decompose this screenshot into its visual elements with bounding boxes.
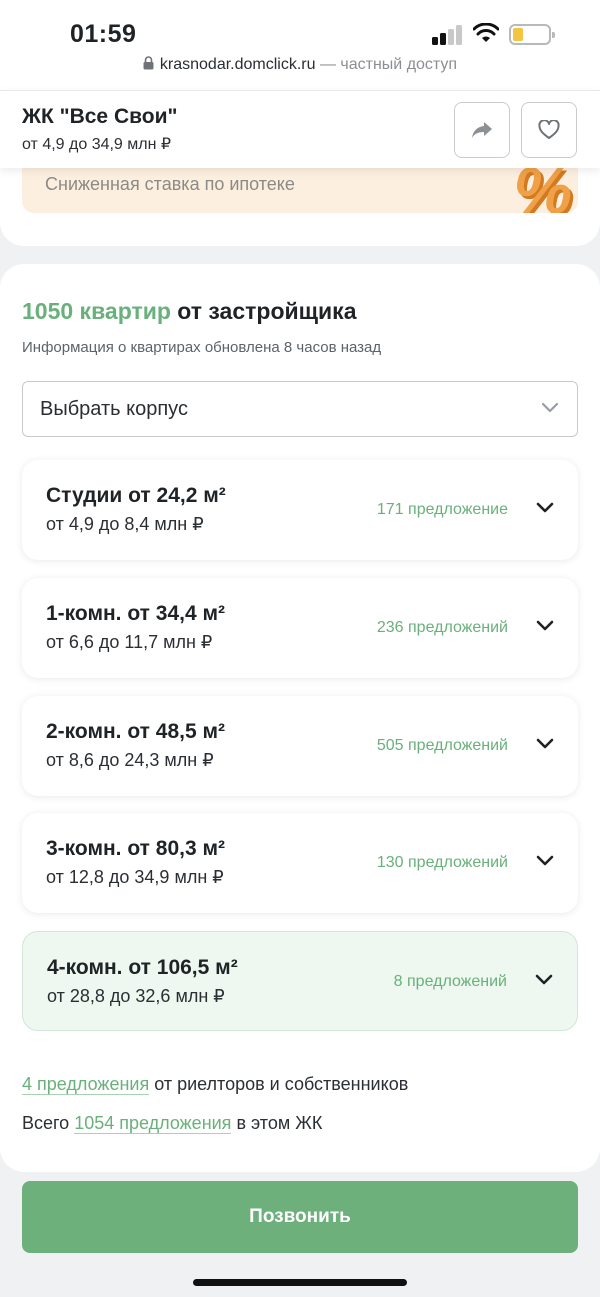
flat-type-row-3-room[interactable]: 3-комн. от 80,3 м² от 12,8 до 34,9 млн ₽… bbox=[22, 813, 578, 913]
share-button[interactable] bbox=[454, 102, 510, 158]
percent-icon: % bbox=[513, 168, 572, 213]
realtor-offers-link[interactable]: 4 предложения bbox=[22, 1074, 150, 1095]
promo-text: Сниженная ставка по ипотеке bbox=[45, 174, 295, 194]
building-select[interactable]: Выбрать корпус bbox=[22, 381, 578, 437]
flat-type-offers: 505 предложений bbox=[376, 737, 508, 754]
call-button[interactable]: Позвонить bbox=[22, 1181, 578, 1253]
complex-title: ЖК "Все Свои" bbox=[22, 105, 178, 128]
heart-icon bbox=[538, 120, 560, 139]
apartments-count: 1050 квартир bbox=[22, 298, 171, 324]
chevron-down-icon bbox=[536, 502, 554, 513]
flat-type-title: 1-комн. от 34,4 м² bbox=[46, 602, 226, 625]
total-offers-prefix: Всего bbox=[22, 1113, 75, 1133]
wifi-icon bbox=[473, 23, 499, 42]
flat-type-price: от 8,6 до 24,3 млн ₽ bbox=[46, 750, 214, 770]
flat-type-price: от 12,8 до 34,9 млн ₽ bbox=[46, 867, 224, 887]
chevron-down-icon bbox=[536, 738, 554, 749]
flat-type-row-1-room[interactable]: 1-комн. от 34,4 м² от 6,6 до 11,7 млн ₽ … bbox=[22, 578, 578, 678]
chevron-down-icon bbox=[536, 620, 554, 631]
flat-type-price: от 4,9 до 8,4 млн ₽ bbox=[46, 514, 204, 534]
complex-price-range: от 4,9 до 34,9 млн ₽ bbox=[22, 136, 172, 153]
share-icon bbox=[472, 122, 492, 138]
favorite-button[interactable] bbox=[521, 102, 577, 158]
flat-type-offers: 236 предложений bbox=[376, 619, 508, 636]
flat-type-row-4-room[interactable]: 4-комн. от 106,5 м² от 28,8 до 32,6 млн … bbox=[22, 931, 578, 1031]
total-offers-link[interactable]: 1054 предложения bbox=[74, 1113, 232, 1134]
home-indicator[interactable] bbox=[193, 1279, 407, 1286]
url-suffix: — частный доступ bbox=[315, 56, 458, 73]
flat-type-price: от 6,6 до 11,7 млн ₽ bbox=[46, 632, 213, 652]
flat-type-title: 4-комн. от 106,5 м² bbox=[47, 956, 238, 979]
section-title: 1050 квартир от застройщика bbox=[22, 298, 357, 325]
flat-type-row-2-room[interactable]: 2-комн. от 48,5 м² от 8,6 до 24,3 млн ₽ … bbox=[22, 696, 578, 796]
mortgage-promo-banner[interactable]: Сниженная ставка по ипотеке % bbox=[22, 168, 578, 213]
url-bar[interactable]: krasnodar.domclick.ru — частный доступ bbox=[0, 56, 600, 90]
total-offers-suffix: в этом ЖК bbox=[231, 1113, 323, 1133]
url-domain: krasnodar.domclick.ru bbox=[159, 56, 316, 73]
flat-type-offers: 8 предложений bbox=[393, 973, 507, 990]
chevron-down-icon bbox=[535, 974, 553, 985]
flat-type-offers: 130 предложений bbox=[376, 854, 508, 871]
status-time: 01:59 bbox=[70, 20, 137, 48]
apartments-card: 1050 квартир от застройщика Информация о… bbox=[0, 264, 600, 1172]
battery-icon bbox=[509, 24, 555, 45]
realtor-offers-line: 4 предложения от риелторов и собственник… bbox=[22, 1074, 408, 1095]
flat-type-offers: 171 предложение bbox=[376, 501, 508, 518]
chevron-down-icon bbox=[541, 402, 559, 413]
flat-type-price: от 28,8 до 32,6 млн ₽ bbox=[47, 986, 225, 1006]
section-title-rest: от застройщика bbox=[170, 298, 357, 324]
total-offers-line: Всего 1054 предложения в этом ЖК bbox=[22, 1113, 322, 1134]
building-select-label: Выбрать корпус bbox=[40, 398, 188, 420]
status-bar: 01:59 bbox=[0, 0, 600, 60]
updated-note: Информация о квартирах обновлена 8 часов… bbox=[22, 339, 382, 356]
flat-type-title: 2-комн. от 48,5 м² bbox=[46, 720, 226, 743]
flat-type-title: 3-комн. от 80,3 м² bbox=[46, 837, 226, 860]
lock-icon bbox=[143, 56, 154, 70]
flat-type-row-studio[interactable]: Студии от 24,2 м² от 4,9 до 8,4 млн ₽ 17… bbox=[22, 460, 578, 560]
chevron-down-icon bbox=[536, 855, 554, 866]
cellular-signal-icon bbox=[432, 25, 464, 45]
promo-card: Сниженная ставка по ипотеке % bbox=[0, 160, 600, 246]
realtor-offers-text: от риелторов и собственников bbox=[149, 1074, 409, 1094]
complex-header: ЖК "Все Свои" от 4,9 до 34,9 млн ₽ bbox=[0, 90, 600, 168]
flat-type-title: Студии от 24,2 м² bbox=[46, 484, 226, 507]
